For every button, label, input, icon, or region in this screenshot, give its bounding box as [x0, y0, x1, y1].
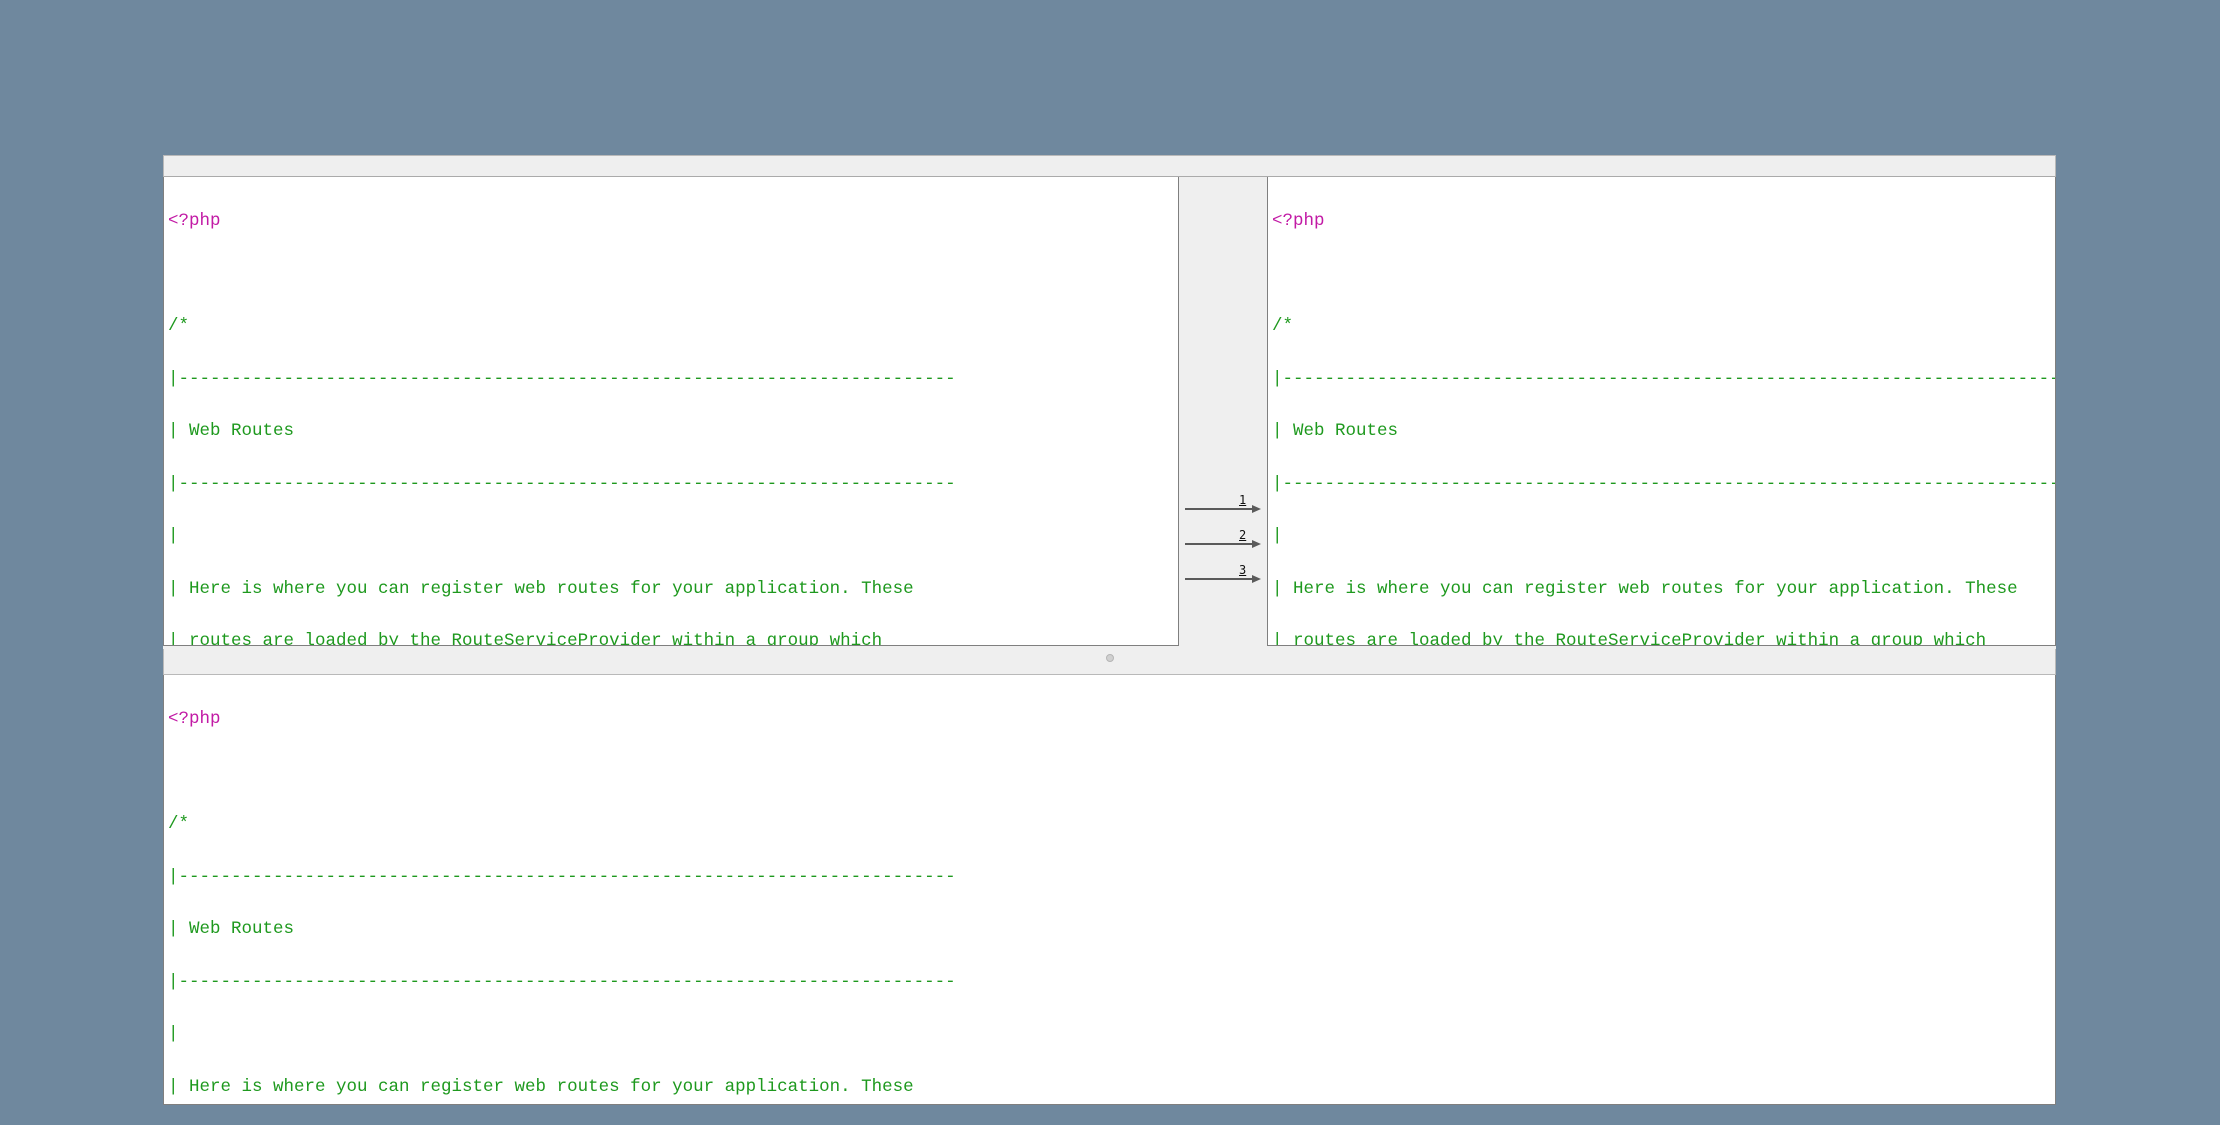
code-line: | Here is where you can register web rou… — [164, 581, 1178, 599]
code-line: | — [164, 528, 1178, 546]
diff-right-pane[interactable]: <?php /* |------------------------------… — [1267, 177, 2056, 646]
pane-separator[interactable] — [163, 649, 2056, 675]
arrow-right-icon — [1252, 505, 1261, 513]
arrow-right-icon — [1252, 575, 1261, 583]
php-open-tag: <?php — [168, 709, 221, 729]
diff-arrow[interactable]: 1 — [1185, 496, 1261, 512]
code-line: | Web Routes — [164, 921, 2055, 939]
diff-arrow[interactable]: 2 — [1185, 531, 1261, 547]
arrow-shaft — [1185, 508, 1253, 510]
code-line: | — [164, 1026, 2055, 1044]
code-line: |---------------------------------------… — [1268, 371, 2055, 389]
php-open-tag: <?php — [1272, 211, 1325, 231]
diff-arrow-index: 1 — [1239, 494, 1246, 506]
code-line: |---------------------------------------… — [164, 476, 1178, 494]
code-line: <?php — [1268, 213, 2055, 231]
code-line — [164, 764, 2055, 782]
arrow-right-icon — [1252, 540, 1261, 548]
diff-top-row: <?php /* |------------------------------… — [163, 177, 2056, 649]
drag-handle-icon[interactable] — [1106, 654, 1114, 662]
php-open-tag: <?php — [168, 211, 221, 231]
code-left: <?php /* |------------------------------… — [164, 177, 1178, 646]
diff-arrow[interactable]: 3 — [1185, 566, 1261, 582]
code-line: /* — [1268, 318, 2055, 336]
diff-arrow-index: 2 — [1239, 529, 1246, 541]
diff-arrow-index: 3 — [1239, 564, 1246, 576]
code-line — [164, 266, 1178, 284]
code-merged: <?php /* |------------------------------… — [164, 675, 2055, 1105]
diff-window: <?php /* |------------------------------… — [163, 155, 2056, 1105]
code-line: |---------------------------------------… — [164, 869, 2055, 887]
code-line: | Here is where you can register web rou… — [1268, 581, 2055, 599]
code-line: /* — [164, 318, 1178, 336]
code-line: | Web Routes — [164, 423, 1178, 441]
code-line: | routes are loaded by the RouteServiceP… — [164, 633, 1178, 646]
window-titlebar[interactable] — [163, 155, 2056, 177]
code-line: /* — [164, 816, 2055, 834]
code-line — [1268, 266, 2055, 284]
code-line: | — [1268, 528, 2055, 546]
code-line: | Web Routes — [1268, 423, 2055, 441]
code-line: <?php — [164, 711, 2055, 729]
code-line: |---------------------------------------… — [164, 371, 1178, 389]
code-line: |---------------------------------------… — [164, 974, 2055, 992]
code-right: <?php /* |------------------------------… — [1268, 177, 2055, 646]
code-line: | Here is where you can register web rou… — [164, 1079, 2055, 1097]
diff-left-pane[interactable]: <?php /* |------------------------------… — [163, 177, 1179, 646]
arrow-shaft — [1185, 578, 1253, 580]
diff-gutter: 1 2 3 — [1179, 177, 1267, 646]
arrow-shaft — [1185, 543, 1253, 545]
diff-merged-pane[interactable]: <?php /* |------------------------------… — [163, 675, 2056, 1105]
code-line: |---------------------------------------… — [1268, 476, 2055, 494]
code-line: | routes are loaded by the RouteServiceP… — [1268, 633, 2055, 646]
code-line: <?php — [164, 213, 1178, 231]
